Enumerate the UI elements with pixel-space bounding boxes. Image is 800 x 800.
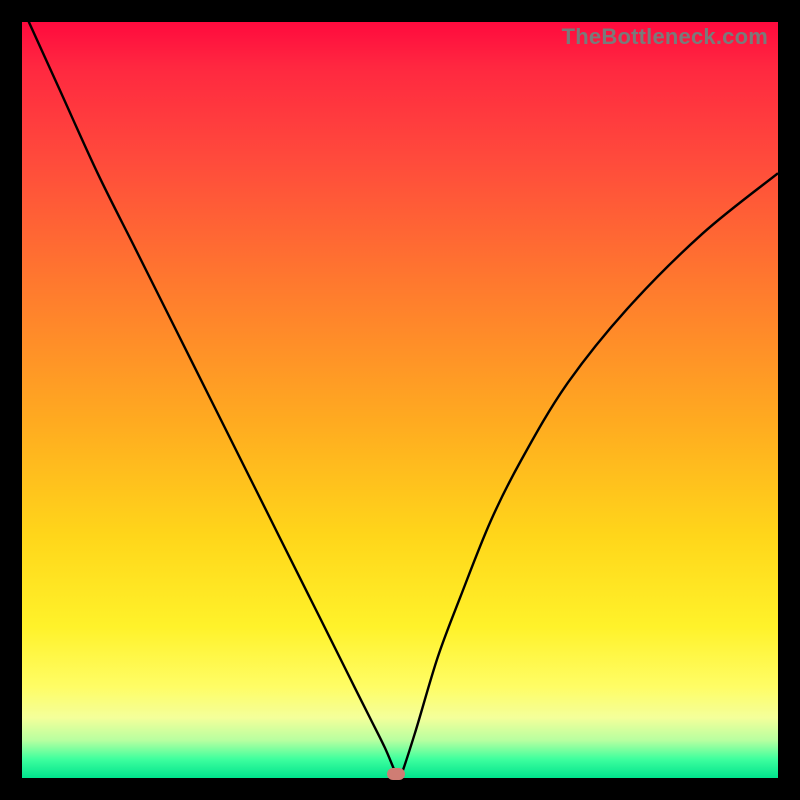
chart-frame: TheBottleneck.com [0,0,800,800]
minimum-marker-icon [387,768,405,780]
plot-area: TheBottleneck.com [22,22,778,778]
watermark-text: TheBottleneck.com [562,24,768,50]
bottleneck-curve [22,22,778,778]
